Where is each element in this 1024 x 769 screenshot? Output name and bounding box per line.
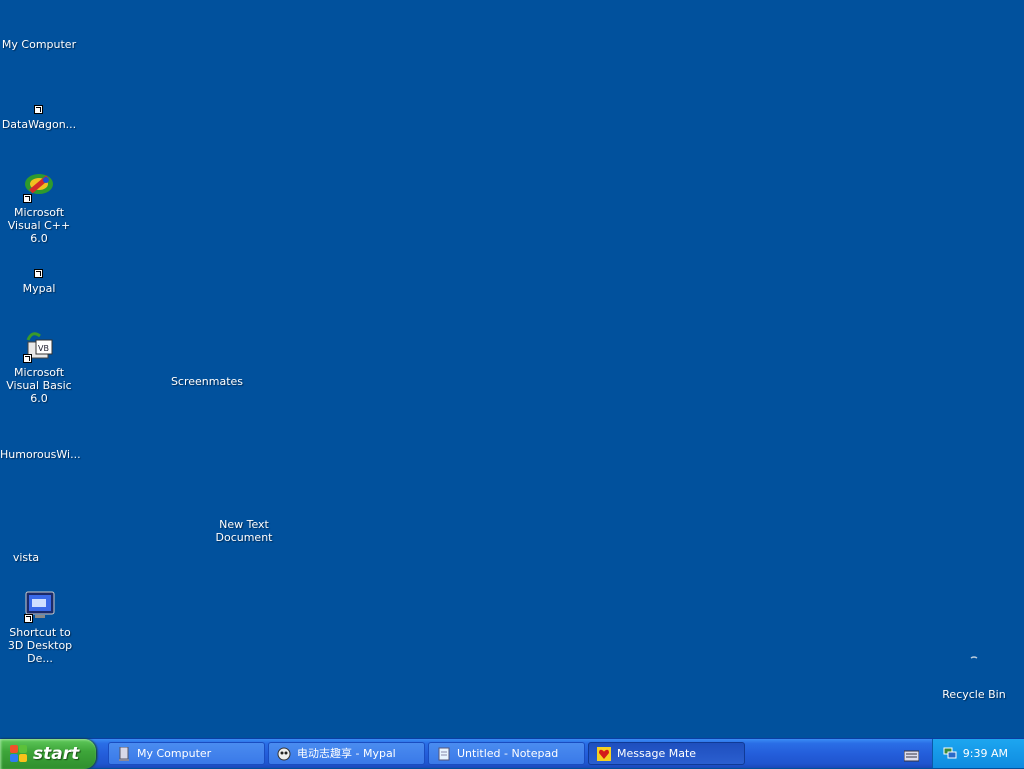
notepad-icon — [437, 747, 451, 761]
visual-cpp-icon — [22, 170, 56, 204]
start-label: start — [33, 744, 80, 764]
computer-icon — [117, 746, 131, 761]
monitor-icon — [23, 590, 57, 624]
recycle-bin-icon — [957, 656, 991, 686]
desktop-icon-vista[interactable]: vista — [0, 551, 65, 564]
shortcut-arrow-icon — [34, 269, 43, 278]
desktop-icon-3d-desktop[interactable]: Shortcut to 3D Desktop De... — [1, 590, 79, 665]
start-button[interactable]: start — [0, 739, 96, 769]
desktop-icon-humorouswi[interactable]: HumorousWi... — [0, 448, 81, 461]
system-tray: 9:39 AM — [932, 739, 1024, 768]
desktop-icon-new-text-document[interactable]: New Text Document — [205, 518, 283, 544]
taskbar: start My Computer 电动志趣享 - Mypal Untitled… — [0, 738, 1024, 769]
taskbar-button-label: Untitled - Notepad — [457, 747, 559, 760]
desktop-icon-label: Microsoft Visual C++ 6.0 — [7, 206, 71, 245]
desktop-icon-screenmates[interactable]: Screenmates — [168, 375, 246, 388]
desktop-icon-label: Mypal — [22, 282, 56, 295]
desktop-icon-mypal[interactable]: Mypal — [0, 266, 78, 295]
desktop: My Computer DataWagon... Microsoft Visua… — [0, 0, 1024, 738]
taskbar-button-label: My Computer — [137, 747, 212, 760]
desktop-icon-label: DataWagon... — [1, 118, 77, 131]
desktop-icon-label: My Computer — [1, 38, 77, 51]
desktop-icon-label: vista — [12, 551, 40, 564]
desktop-icon-datawagon[interactable]: DataWagon... — [0, 102, 78, 131]
shortcut-arrow-icon — [23, 194, 32, 203]
taskbar-button-my-computer[interactable]: My Computer — [108, 742, 265, 765]
taskbar-button-notepad[interactable]: Untitled - Notepad — [428, 742, 585, 765]
taskbar-button-message-mate[interactable]: Message Mate — [588, 742, 745, 765]
desktop-icon-label: Screenmates — [170, 375, 244, 388]
desktop-icon-visual-basic[interactable]: VB Microsoft Visual Basic 6.0 — [0, 330, 78, 405]
visual-basic-icon: VB — [22, 330, 56, 364]
svg-text:VB: VB — [38, 344, 49, 353]
desktop-icon-my-computer[interactable]: My Computer — [0, 38, 78, 51]
taskbar-button-mypal[interactable]: 电动志趣享 - Mypal — [268, 742, 425, 765]
desktop-icon-label: Recycle Bin — [942, 688, 1006, 701]
desktop-icon-visual-cpp[interactable]: Microsoft Visual C++ 6.0 — [0, 170, 78, 245]
desktop-icon-label: Shortcut to 3D Desktop De... — [7, 626, 73, 665]
taskbar-button-label: Message Mate — [617, 747, 697, 760]
desktop-icon-label: New Text Document — [215, 518, 273, 544]
clock[interactable]: 9:39 AM — [963, 747, 1008, 760]
desktop-icon-label: Microsoft Visual Basic 6.0 — [6, 366, 72, 405]
shortcut-arrow-icon — [34, 105, 43, 114]
desktop-icon-recycle-bin[interactable]: Recycle Bin — [935, 656, 1013, 701]
keyboard-icon[interactable] — [903, 747, 920, 762]
mypal-icon — [277, 747, 291, 761]
heart-icon — [597, 747, 611, 761]
network-tray-icon[interactable] — [943, 746, 957, 760]
windows-logo-icon — [10, 745, 28, 763]
taskbar-button-label: 电动志趣享 - Mypal — [297, 747, 396, 760]
shortcut-arrow-icon — [24, 614, 33, 623]
desktop-icon-label: HumorousWi... — [0, 448, 81, 461]
shortcut-arrow-icon — [23, 354, 32, 363]
